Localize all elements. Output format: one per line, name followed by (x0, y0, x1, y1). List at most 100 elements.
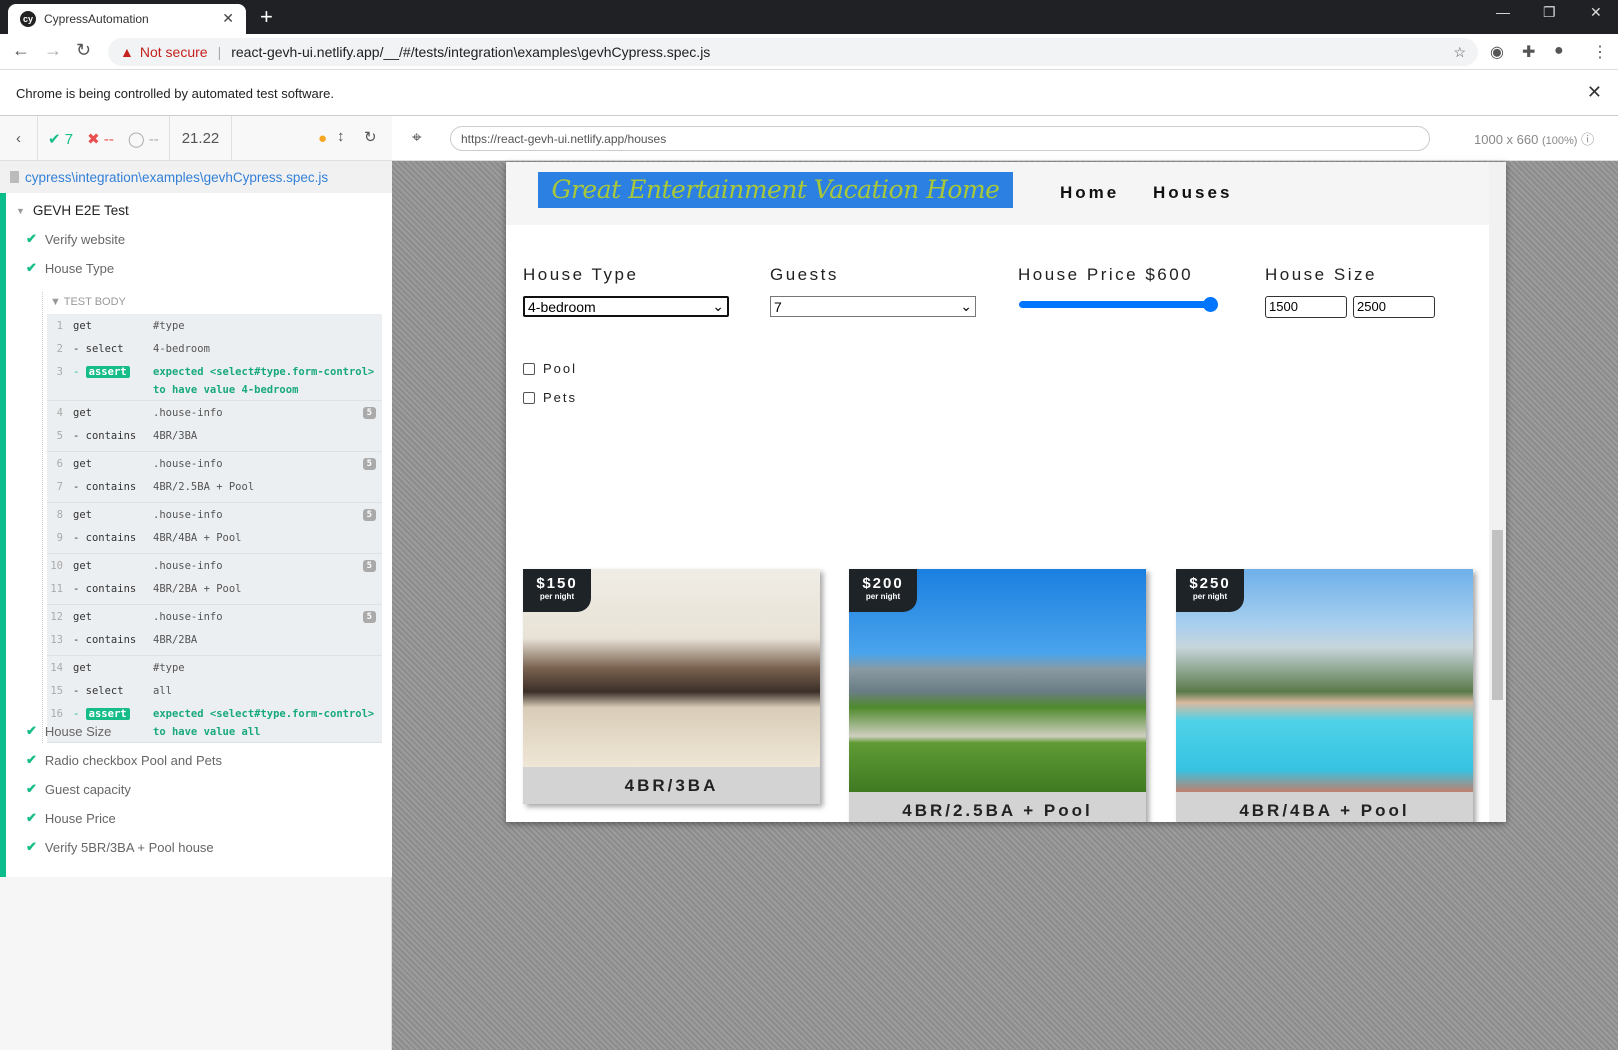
command-message: 4BR/2BA + Pool (153, 583, 242, 595)
check-icon: ✔ (26, 781, 37, 796)
test-item[interactable]: ✔ House Price (26, 810, 116, 826)
price-badge: $150 per night (523, 569, 591, 612)
address-bar[interactable]: ▲ Not secure | react-gevh-ui.netlify.app… (108, 38, 1478, 66)
test-item[interactable]: ✔ Radio checkbox Pool and Pets (26, 752, 222, 768)
passed-count[interactable]: ✔ 7 (48, 130, 73, 148)
house-photo: $250 per night (1176, 569, 1473, 792)
command-group: 6 get .house-info 5 7 - contains 4BR/2.5BA + P… (47, 452, 382, 503)
command-message: .house-info (153, 458, 223, 470)
menu-kebab-icon[interactable]: ⋮ (1592, 42, 1608, 62)
command-name: - contains (73, 481, 137, 493)
pending-count[interactable]: ◯ -- (128, 130, 159, 148)
command-row[interactable]: 2 - select 4-bedroom (47, 339, 382, 362)
command-row[interactable]: 3 - assert expected <select#type.form-cont… (47, 362, 382, 398)
element-count-badge: 5 (362, 611, 376, 623)
house-type-label: House Type (523, 265, 639, 284)
browser-tab[interactable]: cy CypressAutomation ✕ (8, 4, 246, 34)
close-tab-icon[interactable]: ✕ (222, 10, 234, 27)
aut-url-field[interactable]: https://react-gevh-ui.netlify.app/houses (450, 126, 1430, 151)
command-name: - contains (73, 430, 137, 442)
reporter-header: ‹ ✔ 7 ✖ -- ◯ -- 21.22 ● ↕ ↻ (0, 116, 392, 161)
site-logo[interactable]: Great Entertainment Vacation Home (538, 172, 1013, 208)
house-info: 4BR/2.5BA + Pool (849, 792, 1146, 822)
command-name: get (73, 509, 92, 521)
profile-avatar-icon[interactable]: ● (1554, 42, 1564, 60)
house-card[interactable]: $250 per night 4BR/4BA + Pool (1176, 569, 1473, 822)
test-item[interactable]: ✔ House Size (26, 723, 111, 739)
check-icon: ✔ (26, 839, 37, 854)
cypress-favicon-icon: cy (20, 11, 36, 27)
nav-home[interactable]: Home (1060, 183, 1119, 203)
command-number: 13 (50, 634, 63, 646)
command-message: #type (153, 320, 185, 332)
command-number: 15 (50, 685, 63, 697)
command-message: expected <select#type.form-control> to h… (153, 366, 375, 396)
new-tab-button[interactable]: + (260, 4, 273, 30)
selector-playground-icon[interactable]: ⌖ (412, 128, 422, 148)
close-infobar-icon[interactable]: ✕ (1587, 82, 1602, 103)
address-bar-row: ← → ↻ ▲ Not secure | react-gevh-ui.netli… (0, 34, 1618, 70)
spec-path-link[interactable]: cypress\integration\examples\gevhCypress… (25, 170, 328, 185)
command-row[interactable]: 10 get .house-info 5 (47, 556, 382, 579)
pets-checkbox[interactable]: Pets (523, 390, 577, 405)
file-icon (10, 171, 19, 183)
command-row[interactable]: 13 - contains 4BR/2BA (47, 630, 382, 653)
command-row[interactable]: 5 - contains 4BR/3BA (47, 426, 382, 449)
price-badge: $200 per night (849, 569, 917, 612)
guests-select[interactable]: 7 ⌄ (770, 296, 976, 317)
command-number: 6 (56, 458, 63, 470)
command-number: 12 (50, 611, 63, 623)
nav-houses[interactable]: Houses (1153, 183, 1232, 203)
suite-title[interactable]: ▼ GEVH E2E Test (16, 203, 129, 218)
command-name: get (73, 611, 92, 623)
house-card[interactable]: $150 per night 4BR/3BA (523, 569, 820, 804)
auto-scroll-icon[interactable]: ↕ (337, 128, 345, 145)
reload-button[interactable]: ↻ (76, 40, 91, 61)
command-row[interactable]: 8 get .house-info 5 (47, 505, 382, 528)
back-chevron-icon[interactable]: ‹ (0, 116, 38, 161)
test-item[interactable]: ✔ Verify 5BR/3BA + Pool house (26, 839, 214, 855)
back-button[interactable]: ← (12, 40, 30, 61)
failed-count[interactable]: ✖ -- (87, 130, 114, 148)
info-icon[interactable]: ⓘ (1581, 132, 1594, 147)
bookmark-star-icon[interactable]: ☆ (1453, 44, 1466, 61)
close-window-button[interactable]: ✕ (1590, 4, 1602, 21)
iframe-scrollbar[interactable] (1489, 162, 1506, 822)
command-row[interactable]: 6 get .house-info 5 (47, 454, 382, 477)
price-slider[interactable] (1019, 297, 1218, 312)
command-row[interactable]: 14 get #type (47, 658, 382, 681)
command-row[interactable]: 11 - contains 4BR/2BA + Pool (47, 579, 382, 602)
house-type-select[interactable]: 4-bedroom ⌄ (523, 296, 729, 317)
size-min-input[interactable]: 1500 (1265, 296, 1347, 318)
command-name: - contains (73, 532, 137, 544)
size-max-input[interactable]: 2500 (1353, 296, 1435, 318)
spec-path-bar: cypress\integration\examples\gevhCypress… (0, 161, 392, 193)
command-number: 10 (50, 560, 63, 572)
test-body-toggle[interactable]: ▼ TEST BODY (50, 296, 126, 308)
test-item[interactable]: ✔ Verify website (26, 231, 125, 247)
command-row[interactable]: 12 get .house-info 5 (47, 607, 382, 630)
rerun-icon[interactable]: ↻ (364, 128, 377, 146)
extensions-puzzle-icon[interactable]: ✚ (1522, 42, 1535, 62)
house-photo: $150 per night (523, 569, 820, 767)
minimize-button[interactable]: — (1496, 4, 1510, 20)
house-price-label: House Price $600 (1018, 265, 1194, 284)
command-row[interactable]: 4 get .house-info 5 (47, 403, 382, 426)
command-row[interactable]: 7 - contains 4BR/2.5BA + Pool (47, 477, 382, 500)
command-name: get (73, 320, 92, 332)
house-card[interactable]: $200 per night 4BR/2.5BA + Pool (849, 569, 1146, 822)
slider-thumb[interactable] (1203, 297, 1218, 312)
test-item[interactable]: ✔ Guest capacity (26, 781, 131, 797)
forward-button[interactable]: → (44, 40, 62, 61)
cypress-extension-icon[interactable]: ◉ (1490, 42, 1504, 62)
command-row[interactable]: 9 - contains 4BR/4BA + Pool (47, 528, 382, 551)
restore-button[interactable]: ❐ (1543, 4, 1556, 21)
command-row[interactable]: 1 get #type (47, 316, 382, 339)
price-badge: $250 per night (1176, 569, 1244, 612)
command-row[interactable]: 15 - select all (47, 681, 382, 704)
check-icon: ✔ (26, 752, 37, 767)
pool-checkbox[interactable]: Pool (523, 361, 577, 376)
element-count-badge: 5 (362, 560, 376, 572)
command-number: 9 (56, 532, 63, 544)
test-item[interactable]: ✔ House Type (26, 260, 114, 276)
